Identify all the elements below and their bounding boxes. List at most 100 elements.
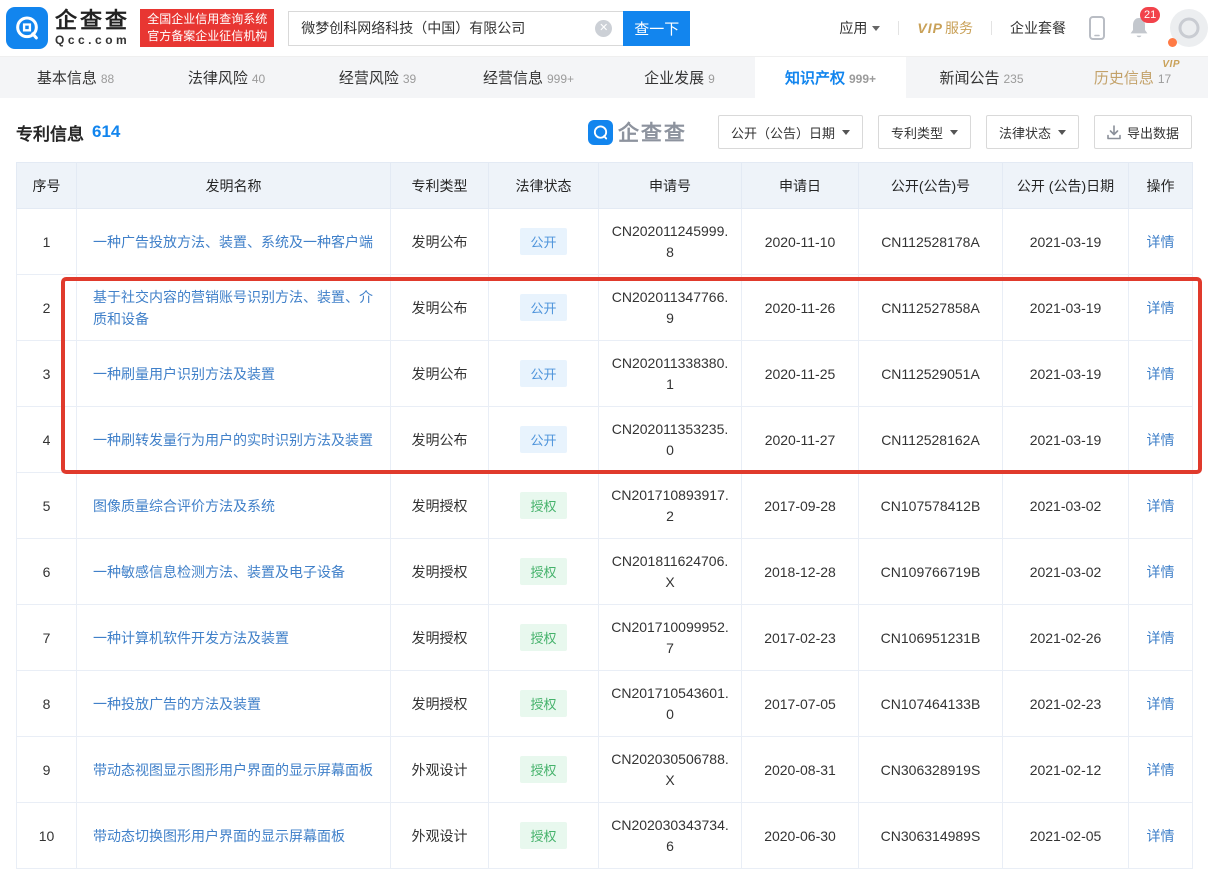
tab-vip-flag: VIP	[1162, 59, 1180, 70]
tab-label: 新闻公告	[939, 67, 999, 88]
export-label: 导出数据	[1127, 123, 1179, 142]
patent-count: 614	[92, 122, 120, 142]
patent-type: 发明授权	[391, 473, 489, 539]
menu-vip-service[interactable]: VIP服务	[917, 18, 973, 38]
application-date: 2020-08-31	[742, 737, 859, 803]
chevron-down-icon	[842, 130, 850, 135]
detail-link[interactable]: 详情	[1147, 696, 1175, 712]
publication-date: 2021-02-26	[1003, 605, 1129, 671]
publication-number: CN112527858A	[859, 275, 1003, 341]
legal-status-badge: 公开	[520, 294, 566, 321]
search-button[interactable]: 查一下	[623, 11, 690, 46]
publication-number: CN107464133B	[859, 671, 1003, 737]
patent-type: 发明授权	[391, 539, 489, 605]
notifications-button[interactable]: 21	[1128, 16, 1150, 40]
patent-name-link[interactable]: 一种投放广告的方法及装置	[93, 696, 261, 712]
publication-date: 2021-03-02	[1003, 539, 1129, 605]
gov-badge-line1: 全国企业信用查询系统	[147, 11, 267, 28]
row-index: 3	[17, 341, 77, 407]
publication-number: CN112528178A	[859, 209, 1003, 275]
detail-link[interactable]: 详情	[1147, 234, 1175, 250]
detail-link[interactable]: 详情	[1147, 762, 1175, 778]
clear-search-icon[interactable]: ✕	[595, 20, 612, 37]
patent-name-link[interactable]: 一种刷量用户识别方法及装置	[93, 366, 275, 382]
company-tab[interactable]: 历史信息 17 VIP	[1057, 57, 1208, 98]
table-header-row: 序号 发明名称 专利类型 法律状态 申请号 申请日 公开(公告)号 公开 (公告…	[17, 163, 1193, 209]
qcc-logo-icon	[6, 7, 48, 49]
application-number: CN201811624706.X	[608, 551, 732, 593]
patent-type: 发明公布	[391, 209, 489, 275]
patent-name-link[interactable]: 一种计算机软件开发方法及装置	[93, 630, 289, 646]
filter-dropdown[interactable]: 公开（公告）日期	[718, 115, 863, 149]
patent-name-link[interactable]: 带动态视图显示图形用户界面的显示屏幕面板	[93, 762, 373, 778]
search-bar: ✕ 查一下	[288, 11, 690, 46]
tab-label: 知识产权	[785, 67, 845, 88]
publication-date: 2021-03-02	[1003, 473, 1129, 539]
column-header: 公开 (公告)日期	[1003, 163, 1129, 209]
application-number: CN202011245999.8	[608, 221, 732, 263]
section-title: 专利信息	[16, 120, 84, 145]
column-header: 发明名称	[77, 163, 391, 209]
filter-dropdown[interactable]: 法律状态	[986, 115, 1079, 149]
patent-name-link[interactable]: 带动态切换图形用户界面的显示屏幕面板	[93, 828, 345, 844]
tab-count: 999+	[849, 72, 876, 86]
legal-status-badge: 公开	[520, 426, 566, 453]
tab-label: 企业发展	[644, 67, 704, 88]
company-tab[interactable]: 企业发展 9	[604, 57, 755, 98]
company-tab[interactable]: 经营风险 39	[302, 57, 453, 98]
table-row: 9 带动态视图显示图形用户界面的显示屏幕面板 外观设计 授权 CN2020305…	[17, 737, 1193, 803]
patent-name-link[interactable]: 一种敏感信息检测方法、装置及电子设备	[93, 564, 345, 580]
company-tab[interactable]: 法律风险 40	[151, 57, 302, 98]
publication-date: 2021-03-19	[1003, 341, 1129, 407]
company-tab-bar: 基本信息 88 法律风险 40 经营风险 39 经营信息 999+ 企业发展 9	[0, 56, 1208, 98]
detail-link[interactable]: 详情	[1147, 432, 1175, 448]
menu-enterprise-package[interactable]: 企业套餐	[1010, 18, 1066, 38]
application-number: CN201710893917.2	[608, 485, 732, 527]
tab-count: 40	[252, 72, 265, 86]
application-number: CN202011347766.9	[608, 287, 732, 329]
patent-type: 外观设计	[391, 737, 489, 803]
patent-name-link[interactable]: 图像质量综合评价方法及系统	[93, 498, 275, 514]
menu-apps[interactable]: 应用	[839, 18, 880, 38]
patent-type: 发明授权	[391, 671, 489, 737]
detail-link[interactable]: 详情	[1147, 498, 1175, 514]
tab-count: 88	[101, 72, 114, 86]
company-tab[interactable]: 新闻公告 235	[906, 57, 1057, 98]
row-index: 10	[17, 803, 77, 869]
table-row: 5 图像质量综合评价方法及系统 发明授权 授权 CN201710893917.2…	[17, 473, 1193, 539]
table-row: 7 一种计算机软件开发方法及装置 发明授权 授权 CN201710099952.…	[17, 605, 1193, 671]
column-header: 申请日	[742, 163, 859, 209]
qcc-logo[interactable]: 企查查 Qcc.com	[6, 7, 130, 49]
application-number: CN202011338380.1	[608, 353, 732, 395]
patent-name-link[interactable]: 基于社交内容的营销账号识别方法、装置、介质和设备	[93, 289, 373, 327]
legal-status-badge: 授权	[520, 492, 566, 519]
row-index: 1	[17, 209, 77, 275]
detail-link[interactable]: 详情	[1147, 630, 1175, 646]
user-avatar[interactable]	[1170, 9, 1208, 47]
legal-status-badge: 授权	[520, 822, 566, 849]
column-header: 操作	[1129, 163, 1193, 209]
column-header: 专利类型	[391, 163, 489, 209]
company-tab[interactable]: 基本信息 88	[0, 57, 151, 98]
detail-link[interactable]: 详情	[1147, 300, 1175, 316]
export-data-button[interactable]: 导出数据	[1094, 115, 1192, 149]
tab-label: 法律风险	[188, 67, 248, 88]
patent-table: 序号 发明名称 专利类型 法律状态 申请号 申请日 公开(公告)号 公开 (公告…	[16, 162, 1193, 869]
avatar-logo-icon	[1177, 16, 1201, 40]
search-input[interactable]	[288, 11, 623, 46]
detail-link[interactable]: 详情	[1147, 828, 1175, 844]
patent-name-link[interactable]: 一种广告投放方法、装置、系统及一种客户端	[93, 234, 373, 250]
column-header: 公开(公告)号	[859, 163, 1003, 209]
download-icon	[1107, 125, 1121, 140]
logo-subtitle: Qcc.com	[55, 33, 130, 47]
patent-section-header: 专利信息 614 企查查 公开（公告）日期 专利类型	[16, 98, 1192, 162]
publication-date: 2021-03-19	[1003, 407, 1129, 473]
mobile-app-button[interactable]	[1088, 15, 1106, 41]
detail-link[interactable]: 详情	[1147, 366, 1175, 382]
detail-link[interactable]: 详情	[1147, 564, 1175, 580]
publication-date: 2021-03-19	[1003, 209, 1129, 275]
filter-dropdown[interactable]: 专利类型	[878, 115, 971, 149]
company-tab[interactable]: 知识产权 999+	[755, 57, 906, 98]
company-tab[interactable]: 经营信息 999+	[453, 57, 604, 98]
patent-name-link[interactable]: 一种刷转发量行为用户的实时识别方法及装置	[93, 432, 373, 448]
